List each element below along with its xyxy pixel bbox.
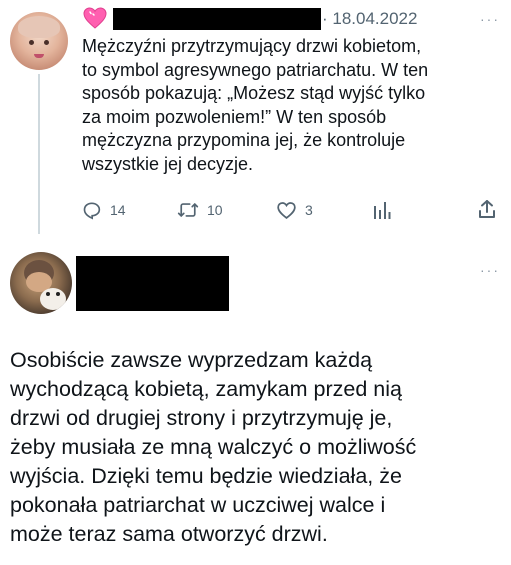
tweet-date[interactable]: · 18.04.2022: [322, 9, 417, 29]
reply-button[interactable]: 14: [82, 200, 126, 220]
more-options-icon[interactable]: ···: [480, 262, 500, 278]
reply-author-avatar[interactable]: [10, 252, 72, 314]
like-heart-icon: [276, 200, 297, 220]
analytics-button[interactable]: [373, 200, 391, 220]
more-options-icon[interactable]: ···: [480, 11, 500, 27]
analytics-icon: [373, 200, 391, 220]
like-count: 3: [305, 202, 313, 218]
like-button[interactable]: 3: [276, 200, 313, 220]
retweet-count: 10: [207, 202, 223, 218]
tweet-text: Mężczyźni przytrzymujący drzwi kobietom,…: [82, 36, 429, 174]
reply-text: Osobiście zawsze wyprzedzam każdą wychod…: [10, 348, 417, 546]
share-button[interactable]: [478, 199, 496, 219]
retweet-button[interactable]: 10: [177, 200, 223, 220]
author-avatar[interactable]: [10, 12, 68, 70]
pink-heart-icon: [82, 6, 108, 30]
redacted-username: [76, 256, 229, 311]
share-icon: [478, 199, 496, 219]
retweet-icon: [177, 200, 199, 220]
reply-icon: [82, 200, 102, 220]
thread-line: [38, 74, 40, 234]
redacted-username: [113, 8, 321, 30]
reply-count: 14: [110, 202, 126, 218]
